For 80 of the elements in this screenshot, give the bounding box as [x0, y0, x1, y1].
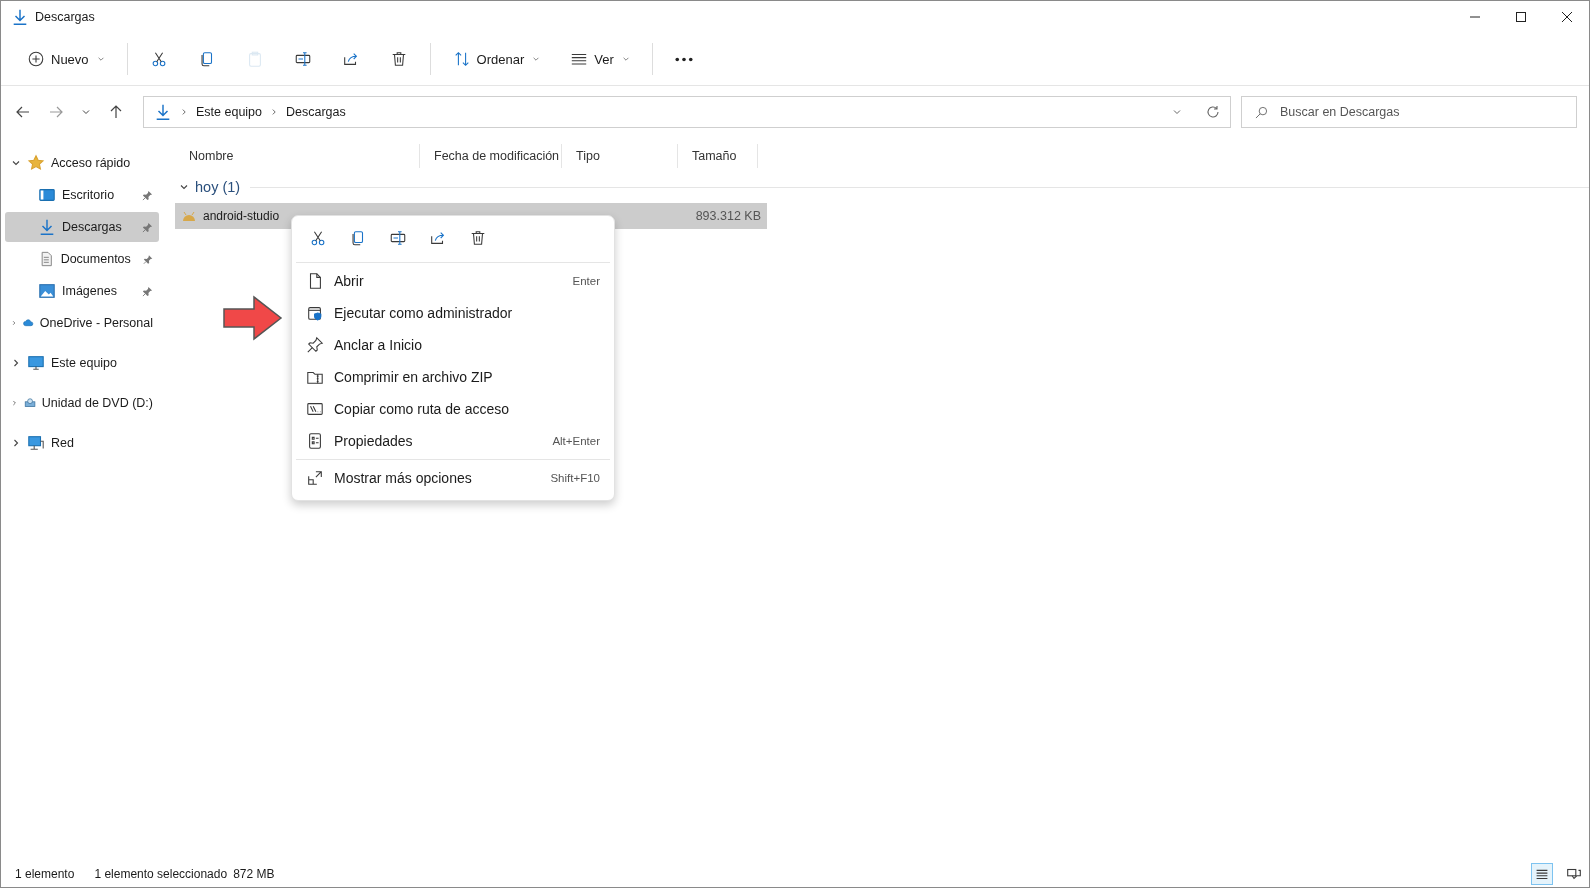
selection-count: 1 elemento seleccionado — [94, 867, 228, 881]
expand-chevron-icon[interactable] — [11, 158, 21, 168]
shield-icon — [306, 304, 324, 322]
caret-icon[interactable] — [532, 55, 541, 63]
refresh-icon[interactable] — [1206, 105, 1220, 119]
path-icon — [306, 400, 324, 418]
recent-icon[interactable] — [81, 107, 91, 117]
up-icon[interactable] — [108, 104, 124, 120]
item-count: 1 elemento — [15, 867, 75, 881]
caret-icon[interactable] — [96, 55, 105, 63]
menu-item[interactable]: Propiedades Alt+Enter — [292, 425, 614, 457]
trash-icon — [469, 229, 487, 247]
expand-icon — [306, 469, 324, 487]
breadcrumb-chevron-icon[interactable] — [270, 108, 279, 116]
group-chevron-icon[interactable] — [179, 182, 189, 192]
scissors-icon — [149, 50, 168, 68]
back-icon[interactable] — [15, 104, 31, 120]
sort-button[interactable]: Ordenar — [438, 42, 555, 76]
monitor-icon — [27, 354, 45, 372]
file-size: 893.312 KB — [695, 209, 761, 223]
share-icon — [341, 50, 360, 68]
selection-size: 872 MB — [233, 867, 275, 881]
menu-item[interactable]: Mostrar más opciones Shift+F10 — [292, 462, 614, 494]
android-app-icon — [181, 210, 197, 222]
breadcrumb[interactable]: Descargas — [286, 105, 346, 119]
menu-item[interactable]: Copiar como ruta de acceso — [292, 393, 614, 425]
plus-icon — [27, 50, 45, 68]
rename-icon — [389, 229, 407, 247]
shortcut-label: Alt+Enter — [552, 435, 600, 447]
column-header[interactable]: Tamaño — [678, 144, 758, 168]
menu-item[interactable]: Anclar a Inicio — [292, 329, 614, 361]
sidebar-item[interactable]: OneDrive - Personal — [5, 308, 159, 338]
close-icon[interactable] — [1561, 11, 1573, 23]
forward-icon[interactable] — [48, 104, 64, 120]
sidebar-item[interactable]: Acceso rápido — [5, 148, 159, 178]
column-header[interactable]: Tipo — [562, 144, 678, 168]
rename-icon — [293, 50, 312, 68]
menu-item[interactable]: Ejecutar como administrador — [292, 297, 614, 329]
sidebar-item[interactable]: Red — [5, 428, 159, 458]
menu-item[interactable]: Abrir Enter — [292, 265, 614, 297]
sidebar-item[interactable]: Imágenes — [5, 276, 159, 306]
search-icon — [1255, 106, 1268, 119]
scissors-icon — [309, 229, 327, 247]
download-icon — [11, 8, 29, 26]
breadcrumb[interactable]: Este equipo — [196, 105, 263, 119]
properties-icon — [306, 432, 324, 450]
maximize-icon[interactable] — [1515, 11, 1527, 23]
sidebar-item[interactable]: Documentos — [5, 244, 159, 274]
breadcrumb-chevron-icon[interactable] — [180, 108, 188, 116]
pin-icon — [306, 336, 324, 354]
menu-item[interactable]: Comprimir en archivo ZIP — [292, 361, 614, 393]
download-icon — [154, 103, 172, 121]
share-icon — [429, 229, 447, 247]
sidebar-item[interactable]: Este equipo — [5, 348, 159, 378]
caret-icon[interactable] — [621, 55, 630, 63]
details-view-button[interactable] — [1531, 863, 1553, 885]
more-icon — [674, 56, 693, 62]
expand-chevron-icon[interactable] — [11, 358, 21, 368]
network-icon — [27, 434, 45, 452]
column-header[interactable]: Nombre — [175, 144, 420, 168]
new-button[interactable]: Nuevo — [13, 42, 119, 76]
sidebar-item[interactable]: Unidad de DVD (D:) — [5, 388, 159, 418]
image-icon — [38, 282, 56, 300]
file-name: android-studio — [203, 209, 280, 223]
shortcut-label: Enter — [572, 275, 600, 287]
column-header[interactable]: Fecha de modificación — [420, 144, 562, 168]
desktop-icon — [38, 186, 56, 204]
callout-arrow — [223, 295, 283, 341]
expand-chevron-icon[interactable] — [11, 318, 17, 328]
sidebar-item[interactable]: Escritorio — [5, 180, 159, 210]
search-field[interactable]: Buscar en Descargas — [1241, 96, 1577, 128]
address-bar[interactable]: Este equipo Descargas — [143, 96, 1231, 128]
shortcut-label: Shift+F10 — [550, 472, 600, 484]
window-title: Descargas — [35, 10, 95, 24]
sidebar-item[interactable]: Descargas — [5, 212, 159, 242]
view-button[interactable]: Ver — [556, 42, 644, 76]
group-header[interactable]: hoy (1) — [195, 179, 241, 195]
download-icon — [38, 218, 56, 236]
expand-chevron-icon[interactable] — [11, 438, 21, 448]
star-icon — [27, 154, 45, 172]
